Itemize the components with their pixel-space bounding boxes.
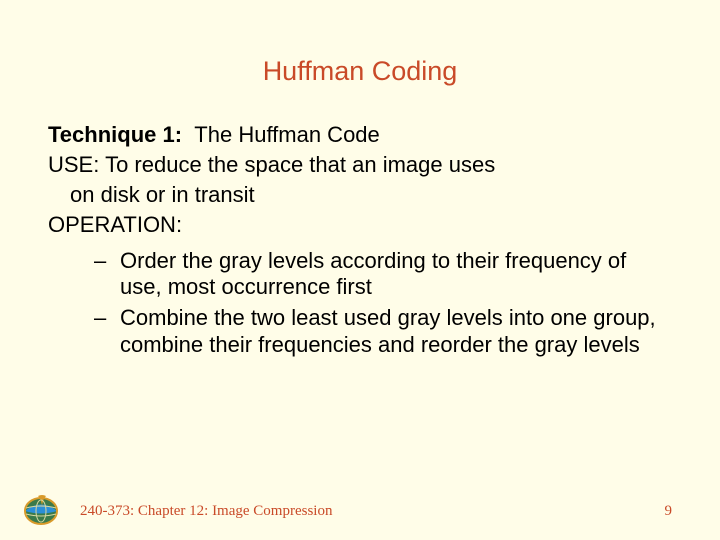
technique-name: The Huffman Code	[194, 122, 379, 147]
use-line-1: USE: To reduce the space that an image u…	[48, 151, 672, 179]
list-item: – Order the gray levels according to the…	[120, 248, 672, 302]
technique-label: Technique 1:	[48, 122, 182, 147]
dash-icon: –	[94, 305, 106, 332]
operation-list: – Order the gray levels according to the…	[48, 248, 672, 359]
use-line-2: on disk or in transit	[48, 181, 672, 209]
footer-text: 240-373: Chapter 12: Image Compression	[80, 503, 332, 520]
technique-line: Technique 1: The Huffman Code	[48, 121, 672, 149]
body-content: Technique 1: The Huffman Code USE: To re…	[48, 121, 672, 359]
footer: 240-373: Chapter 12: Image Compression 9	[0, 503, 720, 520]
dash-icon: –	[94, 248, 106, 275]
page-number: 9	[665, 503, 673, 520]
list-text: Order the gray levels according to their…	[120, 248, 626, 300]
operation-label: OPERATION:	[48, 211, 672, 239]
list-item: – Combine the two least used gray levels…	[120, 305, 672, 359]
list-text: Combine the two least used gray levels i…	[120, 305, 656, 357]
slide: Huffman Coding Technique 1: The Huffman …	[0, 0, 720, 540]
slide-title: Huffman Coding	[48, 56, 672, 87]
